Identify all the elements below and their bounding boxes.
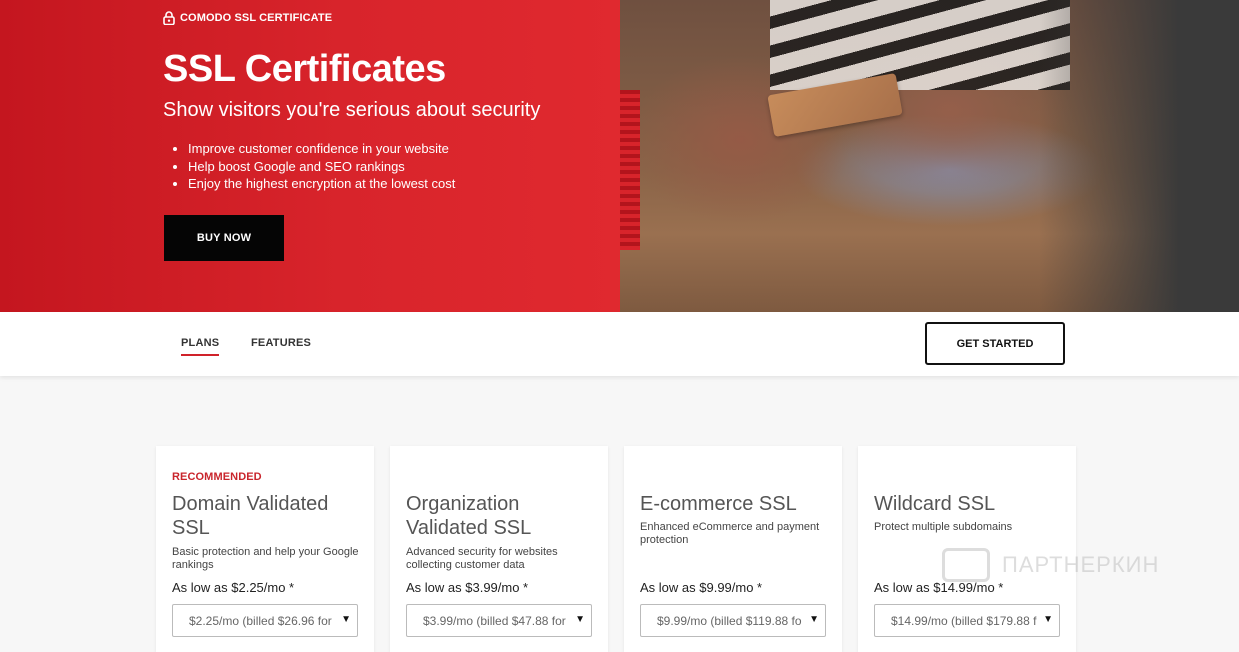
page-title: SSL Certificates [163,48,446,90]
billing-term-select[interactable]: $14.99/mo (billed $179.88 f ▼ [874,604,1060,637]
recommended-badge: RECOMMENDED [172,471,262,483]
plan-description: Protect multiple subdomains [874,521,1013,533]
brand-name: COMODO SSL CERTIFICATE [180,12,333,24]
billing-term-select[interactable]: $9.99/mo (billed $119.88 fo ▼ [640,604,826,637]
plan-name: Wildcard SSL [874,493,996,515]
benefit-item: Enjoy the highest encryption at the lowe… [188,175,455,193]
plan-card-ov: Organization Validated SSL Advanced secu… [390,446,608,652]
billing-term-value: $3.99/mo (billed $47.88 for [423,613,566,628]
dropdown-arrow-icon: ▼ [809,614,819,625]
plan-price: As low as $9.99/mo * [640,580,763,595]
plan-description: Basic protection and help your Google ra… [172,546,359,571]
billing-term-select[interactable]: $2.25/mo (billed $26.96 for ▼ [172,604,358,637]
plan-name: Organization Validated SSL [406,493,532,539]
plan-name: Domain Validated SSL [172,493,329,539]
section-nav: PLANS FEATURES GET STARTED [0,312,1239,376]
billing-term-value: $2.25/mo (billed $26.96 for [189,613,332,628]
plan-price: As low as $3.99/mo * [406,580,529,595]
hero-banner: COMODO SSL CERTIFICATE SSL Certificates … [0,0,1239,312]
benefit-list: Improve customer confidence in your webs… [188,140,455,193]
plan-description: Advanced security for websites collectin… [406,546,558,571]
plan-price: As low as $2.25/mo * [172,580,295,595]
plan-name: E-commerce SSL [640,493,797,515]
watermark-icon [942,548,990,582]
plan-card-dv: RECOMMENDED Domain Validated SSL Basic p… [156,446,374,652]
tab-features[interactable]: FEATURES [251,337,311,349]
billing-term-value: $14.99/mo (billed $179.88 f [891,613,1037,628]
watermark-text: ПАРТНЕРКИН [1002,552,1160,577]
plan-price: As low as $14.99/mo * [874,580,1004,595]
dropdown-arrow-icon: ▼ [341,614,351,625]
photo-sleeve [620,90,640,250]
benefit-item: Help boost Google and SEO rankings [188,158,455,176]
plan-card-ecommerce: E-commerce SSL Enhanced eCommerce and pa… [624,446,842,652]
photo-shirt [770,0,1070,90]
brand-logo[interactable]: COMODO SSL CERTIFICATE [163,11,332,25]
benefit-item: Improve customer confidence in your webs… [188,140,455,158]
hero-subtitle: Show visitors you're serious about secur… [163,99,541,121]
tab-plans[interactable]: PLANS [181,337,220,356]
watermark: ПАРТНЕРКИН [942,548,1159,582]
billing-term-select[interactable]: $3.99/mo (billed $47.88 for ▼ [406,604,592,637]
dropdown-arrow-icon: ▼ [1043,614,1053,625]
hero-photo [620,0,1239,312]
buy-now-button[interactable]: BUY NOW [164,215,284,261]
dropdown-arrow-icon: ▼ [575,614,585,625]
get-started-button[interactable]: GET STARTED [925,322,1065,365]
lock-icon [163,11,175,25]
billing-term-value: $9.99/mo (billed $119.88 fo [657,613,802,628]
plan-description: Enhanced eCommerce and payment protectio… [640,521,820,546]
